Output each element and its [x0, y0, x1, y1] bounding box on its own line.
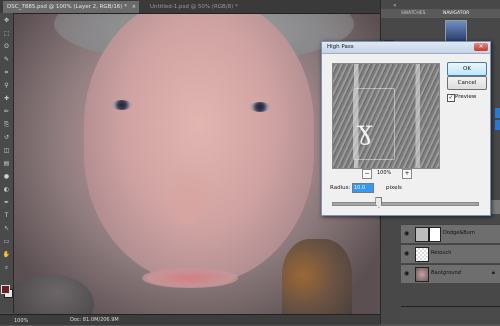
photo-left-eye — [112, 100, 132, 110]
tab-label: Untitled-1.psd @ 50% (RGB/8) * — [150, 4, 238, 10]
eye-icon[interactable]: ◉ — [404, 230, 409, 237]
tab-label: DSC_7885.psd @ 100% (Layer 2, RGB/16) * — [7, 4, 127, 10]
tab-untitled-1[interactable]: Untitled-1.psd @ 50% (RGB/8) * — [146, 1, 262, 13]
lasso-tool-icon[interactable]: ʘ — [2, 43, 11, 50]
shape-tool-icon[interactable]: ▭ — [2, 238, 11, 245]
photo-mouth — [142, 268, 238, 288]
cancel-button[interactable]: Cancel — [447, 76, 487, 90]
zoom-tool-icon[interactable]: ⌕ — [2, 264, 11, 271]
layer-row-retouch[interactable]: ◉ Retouch — [401, 244, 500, 263]
preview-stitch-mark: ɣ — [357, 116, 373, 146]
eraser-tool-icon[interactable]: ◫ — [2, 147, 11, 154]
document-tab-bar: DSC_7885.psd @ 100% (Layer 2, RGB/16) * … — [0, 0, 380, 14]
layer-row-background[interactable]: ◉ Background 🔒︎ — [401, 264, 500, 283]
tab-navigator[interactable]: NAVIGATOR — [443, 10, 469, 17]
layer-name: Background — [431, 270, 461, 276]
layer-thumbnail — [415, 247, 429, 262]
tab-swatches[interactable]: SWATCHES — [401, 10, 426, 17]
dialog-title-bar[interactable]: High Pass × — [322, 42, 490, 54]
foreground-color-swatch[interactable] — [1, 285, 10, 294]
preview-zoom-percent: 100% — [377, 170, 392, 176]
zoom-in-button[interactable]: + — [402, 169, 412, 179]
photo-right-eye — [250, 102, 270, 112]
brush-tool-icon[interactable]: ✏ — [2, 108, 11, 115]
preview-checkbox[interactable]: ✓ — [447, 94, 455, 102]
layer-row-dodge-burn[interactable]: ◉ Dodge&Burn — [401, 224, 500, 243]
layer-thumbnail — [415, 267, 429, 282]
hand-tool-icon[interactable]: ✋ — [2, 251, 11, 258]
marquee-tool-icon[interactable]: ⬚ — [2, 30, 11, 37]
gradient-tool-icon[interactable]: ▤ — [2, 160, 11, 167]
radius-input[interactable]: 10.0 — [352, 183, 374, 193]
tools-panel: ✥ ⬚ ʘ ✎ ⌗ ⚲ ✚ ✏ ⎘ ↺ ◫ ▤ ● ◐ ✒ T ↖ ▭ ✋ ⌕ — [0, 13, 14, 313]
layer-name: Retouch — [431, 250, 452, 256]
close-icon[interactable]: × — [474, 43, 488, 51]
status-bar: 100% Doc: 81.0M/206.9M — [0, 314, 380, 325]
zoom-out-button[interactable]: − — [362, 169, 372, 179]
navigator-thumbnail[interactable] — [445, 20, 467, 42]
quick-select-tool-icon[interactable]: ✎ — [2, 56, 11, 63]
radius-label: Radius: — [330, 185, 351, 191]
healing-brush-tool-icon[interactable]: ✚ — [2, 95, 11, 102]
crop-tool-icon[interactable]: ⌗ — [2, 69, 11, 76]
layer-name: Dodge&Burn — [443, 230, 475, 236]
close-icon[interactable]: × — [132, 4, 136, 10]
eye-icon[interactable]: ◉ — [404, 270, 409, 277]
dodge-tool-icon[interactable]: ◐ — [2, 186, 11, 193]
zoom-level-field[interactable]: 100% — [14, 316, 28, 326]
layers-panel-footer — [401, 306, 500, 319]
radius-slider-thumb[interactable] — [375, 197, 383, 208]
photo-face — [84, 14, 314, 284]
preview-checkbox-label: Preview — [455, 94, 477, 100]
type-tool-icon[interactable]: T — [2, 212, 11, 219]
history-brush-tool-icon[interactable]: ↺ — [2, 134, 11, 141]
photo-scarf — [282, 239, 352, 314]
photo-jacket — [14, 274, 94, 314]
move-tool-icon[interactable]: ✥ — [2, 17, 11, 24]
selected-row-marker — [495, 120, 500, 130]
lock-icon: 🔒︎ — [491, 269, 495, 276]
collapse-arrow-icon[interactable]: « — [393, 2, 397, 9]
high-pass-dialog: High Pass × ɣ − 100% + OK Cancel ✓ Previ… — [321, 41, 491, 216]
eyedropper-tool-icon[interactable]: ⚲ — [2, 82, 11, 89]
filter-preview-window[interactable]: ɣ — [332, 63, 440, 169]
path-select-tool-icon[interactable]: ↖ — [2, 225, 11, 232]
radius-units-label: pixels — [386, 185, 402, 191]
eye-icon[interactable]: ◉ — [404, 250, 409, 257]
clone-stamp-tool-icon[interactable]: ⎘ — [2, 121, 11, 128]
blur-tool-icon[interactable]: ● — [2, 173, 11, 180]
panel-tab-strip: SWATCHES NAVIGATOR — [381, 9, 500, 18]
layer-thumbnail — [415, 227, 429, 242]
ok-button[interactable]: OK — [447, 62, 487, 76]
dialog-title: High Pass — [327, 44, 354, 50]
tab-dsc-7885[interactable]: DSC_7885.psd @ 100% (Layer 2, RGB/16) * … — [3, 1, 139, 13]
photo-nose — [164, 164, 214, 224]
layer-mask-thumbnail[interactable] — [429, 227, 441, 242]
radius-slider-track[interactable] — [332, 202, 479, 206]
selected-row-marker — [495, 108, 500, 118]
pen-tool-icon[interactable]: ✒ — [2, 199, 11, 206]
